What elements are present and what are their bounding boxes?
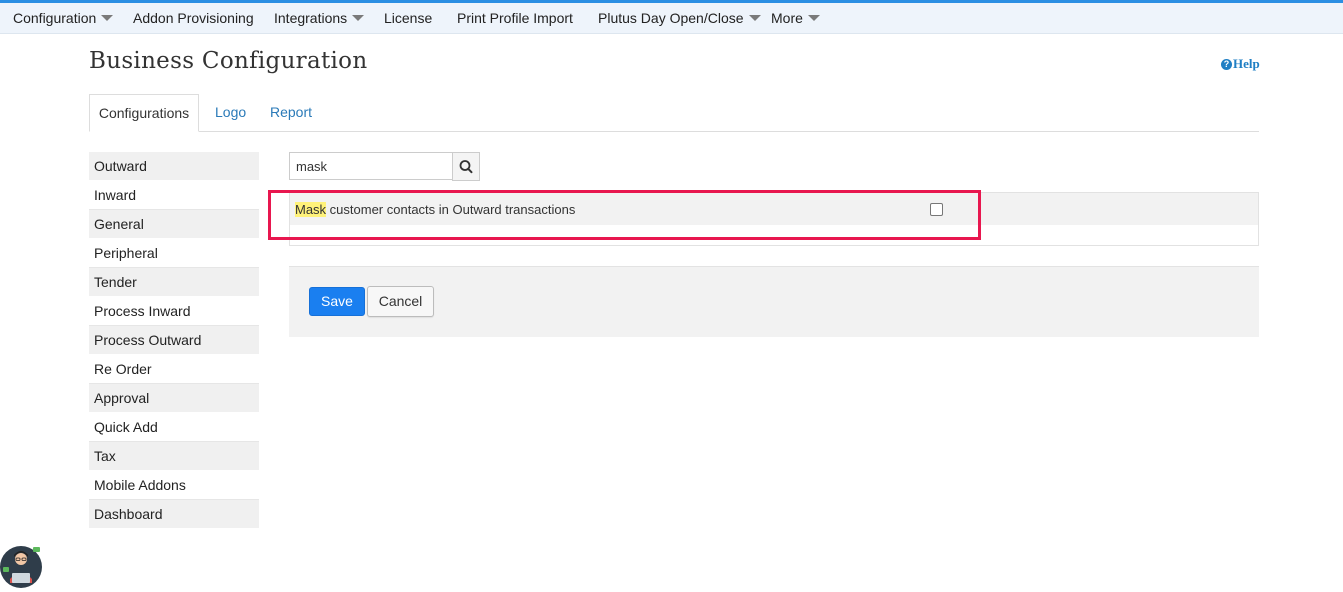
sidebar-item-quick-add[interactable]: Quick Add [89, 413, 259, 442]
sidebar-item-process-inward[interactable]: Process Inward [89, 297, 259, 326]
nav-addon-provisioning-label: Addon Provisioning [133, 10, 254, 26]
nav-configuration[interactable]: Configuration [13, 3, 114, 33]
search-input[interactable] [289, 152, 452, 180]
chevron-down-icon [748, 15, 761, 22]
save-button[interactable]: Save [309, 287, 365, 316]
sidebar-item-general[interactable]: General [89, 210, 259, 239]
sidebar-item-approval[interactable]: Approval [89, 384, 259, 413]
assistant-avatar-button[interactable] [0, 543, 44, 589]
sidebar-item-process-outward[interactable]: Process Outward [89, 326, 259, 355]
nav-license[interactable]: License [384, 3, 432, 33]
nav-plutus-day-open-close[interactable]: Plutus Day Open/Close [598, 3, 761, 33]
question-circle-icon: ? [1221, 59, 1232, 70]
nav-addon-provisioning[interactable]: Addon Provisioning [133, 3, 254, 33]
search-match-highlight: Mask [295, 202, 327, 217]
support-agent-icon [0, 546, 42, 588]
form-actions-panel: Save Cancel [289, 266, 1259, 337]
tabs-divider [89, 131, 1259, 132]
cancel-button[interactable]: Cancel [367, 286, 434, 317]
chevron-down-icon [807, 15, 820, 22]
nav-integrations[interactable]: Integrations [274, 3, 365, 33]
page-title: Business Configuration [89, 48, 368, 74]
top-navigation: Configuration Addon Provisioning Integra… [0, 0, 1343, 34]
help-label: Help [1233, 56, 1260, 71]
nav-plutus-day-label: Plutus Day Open/Close [598, 10, 744, 26]
table-row: Mask customer contacts in Outward transa… [290, 193, 1258, 225]
nav-configuration-label: Configuration [13, 10, 97, 26]
sidebar-item-inward[interactable]: Inward [89, 181, 259, 210]
search-button[interactable] [452, 152, 480, 181]
nav-integrations-label: Integrations [274, 10, 348, 26]
nav-more[interactable]: More [771, 3, 820, 33]
config-sidebar: Outward Inward General Peripheral Tender… [89, 152, 259, 529]
nav-more-label: More [771, 10, 803, 26]
tab-report[interactable]: Report [270, 94, 312, 131]
nav-print-profile-import[interactable]: Print Profile Import [457, 3, 573, 33]
sidebar-item-dashboard[interactable]: Dashboard [89, 500, 259, 529]
help-link[interactable]: ? Help [1221, 56, 1260, 72]
sidebar-item-tender[interactable]: Tender [89, 268, 259, 297]
mask-customer-contacts-checkbox[interactable] [930, 203, 943, 216]
setting-label-rest: customer contacts in Outward transaction… [326, 202, 576, 217]
sidebar-item-peripheral[interactable]: Peripheral [89, 239, 259, 268]
search-icon [459, 160, 473, 174]
setting-label: Mask customer contacts in Outward transa… [295, 202, 575, 217]
sidebar-item-tax[interactable]: Tax [89, 442, 259, 471]
nav-license-label: License [384, 10, 433, 26]
nav-print-profile-import-label: Print Profile Import [457, 10, 573, 26]
sidebar-item-outward[interactable]: Outward [89, 152, 259, 181]
chevron-down-icon [101, 15, 114, 22]
tab-logo[interactable]: Logo [215, 94, 246, 131]
sidebar-item-re-order[interactable]: Re Order [89, 355, 259, 384]
chevron-down-icon [352, 15, 365, 22]
search-results-table: Mask customer contacts in Outward transa… [289, 192, 1259, 246]
tab-configurations[interactable]: Configurations [89, 94, 199, 132]
sidebar-item-mobile-addons[interactable]: Mobile Addons [89, 471, 259, 500]
